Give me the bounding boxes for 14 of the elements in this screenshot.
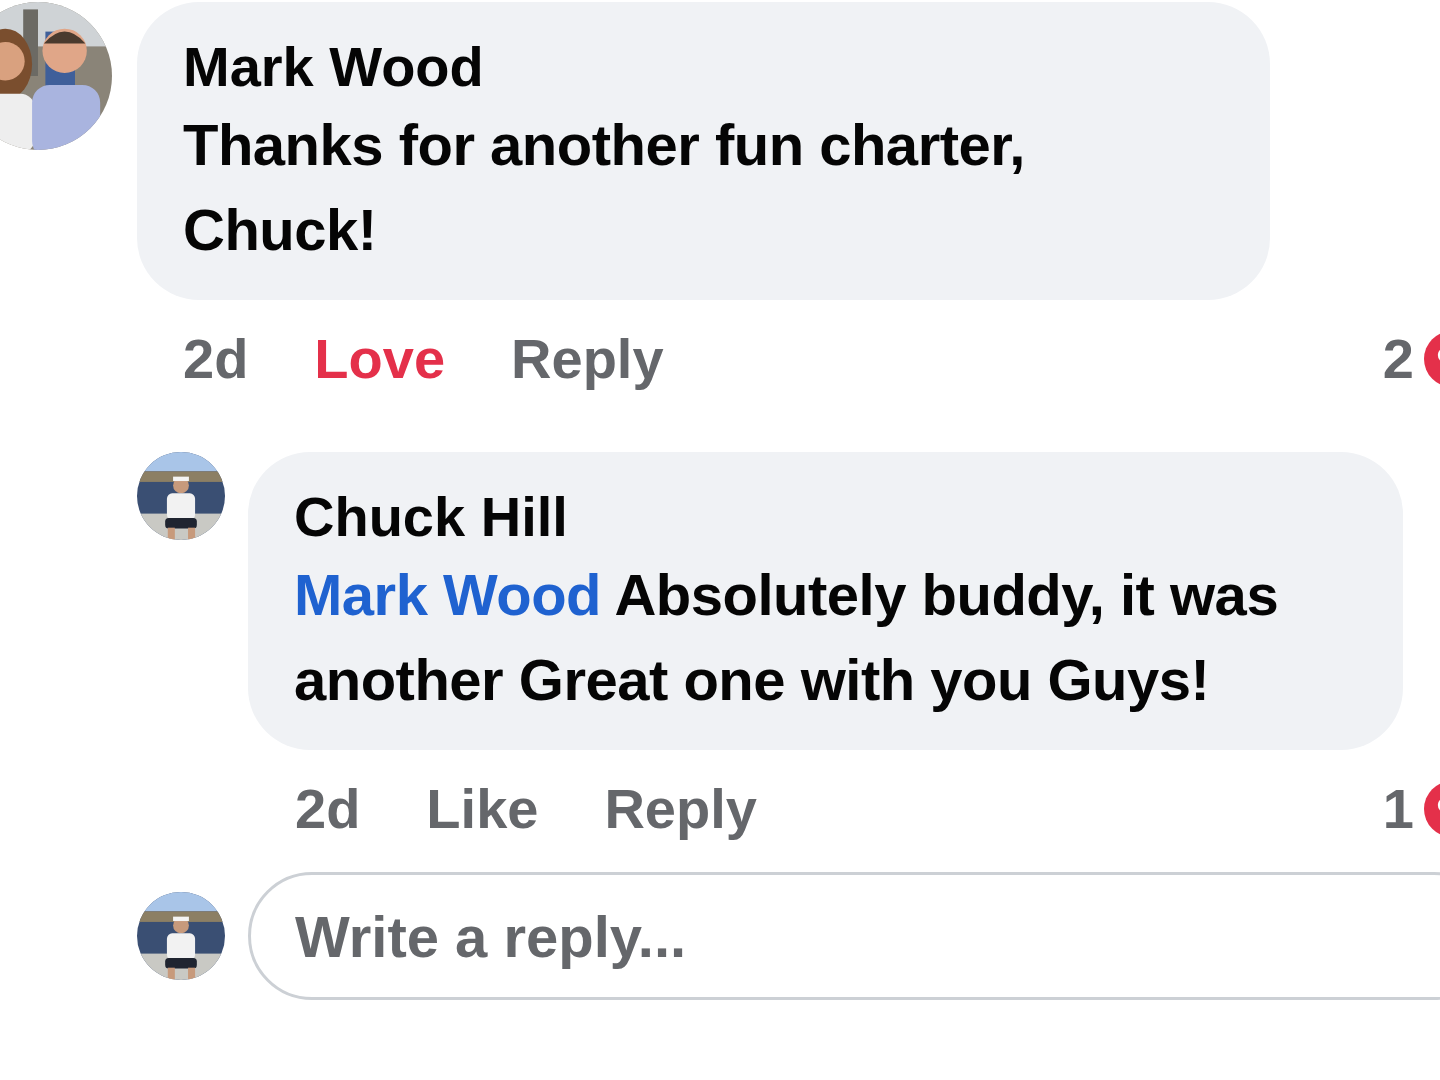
timestamp: 2d bbox=[295, 776, 361, 842]
reaction-button[interactable]: Love bbox=[314, 324, 446, 394]
reply-button[interactable]: Reply bbox=[511, 324, 664, 394]
author-name: Mark Wood bbox=[183, 34, 485, 100]
mention-link[interactable]: Mark Wood bbox=[294, 562, 601, 627]
comment-text: Mark Wood Absolutely buddy, it was another Great one with you Guys! bbox=[294, 561, 1280, 714]
reaction-count: 1 bbox=[1382, 776, 1414, 842]
author-name: Chuck Hill bbox=[294, 484, 569, 550]
timestamp: 2d bbox=[183, 326, 249, 392]
reaction-count: 2 bbox=[1382, 326, 1414, 392]
reaction-button[interactable]: Like bbox=[426, 774, 539, 844]
reply-field[interactable]: Write a reply... bbox=[248, 872, 1440, 1000]
reply-button[interactable]: Reply bbox=[604, 774, 757, 844]
comment-text: Thanks for another fun charter, Chuck! bbox=[183, 111, 1026, 264]
